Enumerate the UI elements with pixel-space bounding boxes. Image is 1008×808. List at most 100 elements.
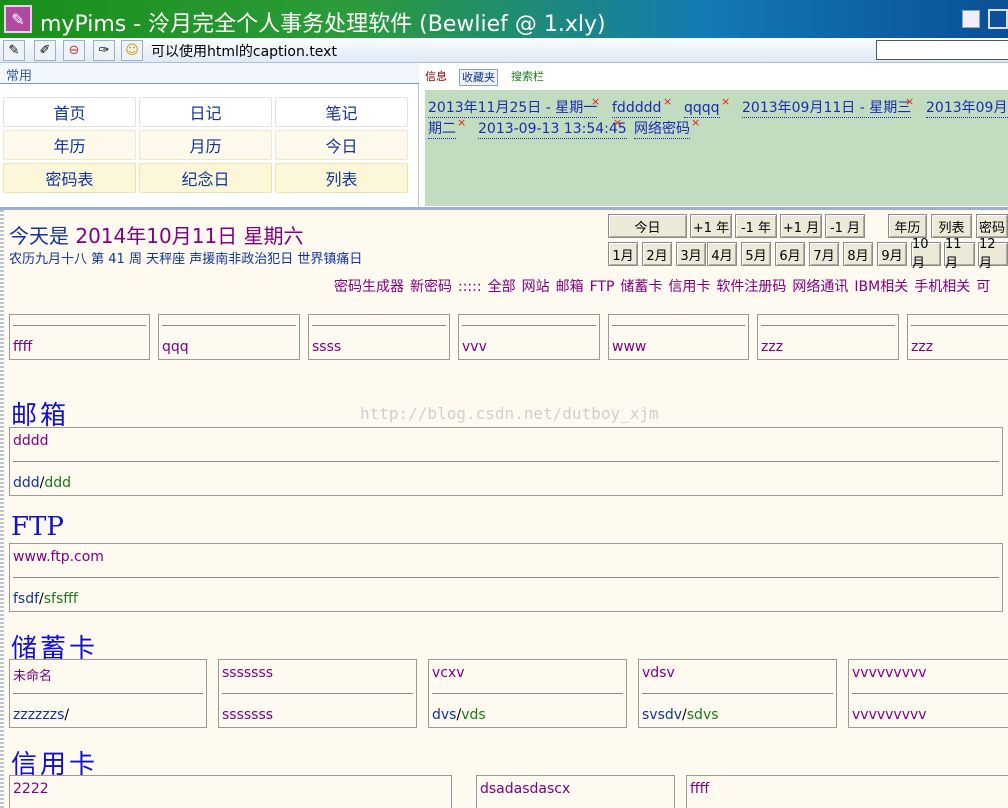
password-card[interactable]: www [608,314,749,360]
password-card[interactable]: dsadasdascx [476,775,675,808]
password-card[interactable]: www.ftp.com fsdf/sfsfff [9,543,1003,612]
favorite-link[interactable]: 网络密码 [634,121,690,139]
nav-home-button[interactable]: 首页 [3,97,136,127]
favorites-list: 2013年11月25日 - 星期一 × fddddd × qqqq × 2013… [425,90,1008,206]
remove-favorite-icon[interactable]: × [613,116,622,129]
password-card[interactable]: ffff [9,314,150,360]
brush-icon[interactable]: ✑ [93,40,115,61]
nav-diary-button[interactable]: 日记 [139,97,272,127]
user-icon[interactable]: ☺ [121,40,143,61]
nav-today-button[interactable]: 今日 [275,130,408,160]
password-generator-link[interactable]: 密码生成器 [334,279,404,295]
remove-favorite-icon[interactable]: × [663,95,672,108]
month-button[interactable]: 10月 [911,237,941,271]
prev-year-button[interactable]: -1 年 [735,214,777,238]
password-card[interactable]: sssssss sssssss [218,659,417,728]
month-button[interactable]: 5月 [741,242,771,266]
month-button[interactable]: 9月 [877,242,907,266]
favorite-link[interactable]: 期二 [428,121,456,139]
list-button[interactable]: 列表 [931,214,972,238]
remove-favorite-icon[interactable]: × [591,95,600,108]
minimize-button[interactable] [962,10,980,28]
today-button[interactable]: 今日 [608,214,687,238]
favorite-link[interactable]: 2013年11月25日 - 星期一 [428,100,598,118]
password-card[interactable]: vcxv dvs/vds [428,659,627,728]
password-card[interactable]: vvv [458,314,600,360]
month-button[interactable]: 1月 [608,242,638,266]
nav-list-button[interactable]: 列表 [275,163,408,193]
tab-search[interactable]: 搜索栏 [509,69,546,86]
pin-icon[interactable]: ✐ [34,40,56,61]
password-card[interactable]: zzz [907,314,1008,360]
category-credit-link[interactable]: 信用卡 [668,279,710,295]
card-credentials: dvs/vds [432,707,486,723]
next-year-button[interactable]: +1 年 [690,214,732,238]
password-button[interactable]: 密码 [976,214,1008,238]
category-more-link[interactable]: 可 [976,279,990,295]
favorite-link[interactable]: 2013-09-13 13:54:45 [478,121,627,139]
caption-text: 可以使用html的caption.text [151,44,337,60]
month-button[interactable]: 7月 [809,242,839,266]
year-calendar-button[interactable]: 年历 [888,214,927,238]
nav-year-calendar-button[interactable]: 年历 [3,130,136,160]
category-all-link[interactable]: 全部 [488,279,516,295]
month-button[interactable]: 11月 [944,237,975,271]
month-button[interactable]: 12月 [978,237,1008,271]
prev-month-button[interactable]: -1 月 [825,214,865,238]
favorite-link[interactable]: 2013年09月2 [926,100,1008,118]
card-title: sssssss [222,665,274,681]
category-email-link[interactable]: 邮箱 [556,279,584,295]
month-button[interactable]: 6月 [775,242,805,266]
category-phone-link[interactable]: 手机相关 [914,279,970,295]
month-button[interactable]: 4月 [707,242,737,266]
password-card[interactable]: qqq [158,314,300,360]
stop-icon[interactable]: ⊖ [63,40,85,61]
remove-favorite-icon[interactable]: × [721,95,730,108]
maximize-button[interactable] [988,9,1008,29]
tab-favorites[interactable]: 收藏夹 [459,69,498,86]
password-card[interactable]: ssss [308,314,450,360]
password-card[interactable]: 未命名 zzzzzzs/ [9,659,207,728]
card-title: 2222 [13,781,49,797]
month-button[interactable]: 8月 [843,242,873,266]
password-card[interactable]: vdsv svsdv/sdvs [638,659,837,728]
category-network-link[interactable]: 网络通讯 [792,279,848,295]
group-header[interactable]: 常用 [0,63,419,84]
nav-month-calendar-button[interactable]: 月历 [139,130,272,160]
month-button[interactable]: 2月 [642,242,672,266]
next-month-button[interactable]: +1 月 [780,214,822,238]
card-title: 未命名 [13,669,53,684]
app-icon[interactable]: ✎ [4,5,32,33]
favorite-link[interactable]: 2013年09月11日 - 星期三 [742,100,912,118]
category-ftp-link[interactable]: FTP [590,279,615,295]
new-password-link[interactable]: 新密码 [410,279,452,295]
remove-favorite-icon[interactable]: × [691,116,700,129]
resize-grip[interactable] [0,210,4,808]
remove-favorite-icon[interactable]: × [905,95,914,108]
password-card[interactable]: 2222 [9,775,452,808]
nav-notes-button[interactable]: 笔记 [275,97,408,127]
tab-info[interactable]: 信息 [423,69,449,86]
lunar-info: 农历九月十八 第 41 周 天秤座 声援南非政治犯日 世界镇痛日 [9,252,363,267]
category-savings-link[interactable]: 储蓄卡 [620,279,662,295]
nav-password-table-button[interactable]: 密码表 [3,163,136,193]
card-title: zzz [761,339,784,355]
password-card[interactable]: zzz [757,314,899,360]
password-card[interactable]: ffff [686,775,1008,808]
remove-favorite-icon[interactable]: × [457,116,466,129]
main-content: 今天是 2014年10月11日 星期六 农历九月十八 第 41 周 天秤座 声援… [0,210,1008,808]
nav-anniversary-button[interactable]: 纪念日 [139,163,272,193]
search-input[interactable] [876,40,1008,60]
card-title: www [612,339,647,355]
favorite-link[interactable]: qqqq [684,100,720,118]
section-heading-ftp: FTP [11,512,64,542]
category-website-link[interactable]: 网站 [522,279,550,295]
month-button[interactable]: 3月 [676,242,706,266]
category-separator: ::::: [458,279,482,295]
category-software-link[interactable]: 软件注册码 [716,279,786,295]
today-prefix: 今天是 [9,224,69,248]
category-ibm-link[interactable]: IBM相关 [854,279,908,295]
password-card[interactable]: dddd ddd/ddd [9,427,1003,496]
edit-icon[interactable]: ✎ [3,40,25,61]
password-card[interactable]: vvvvvvvvv vvvvvvvvv [848,659,1008,728]
